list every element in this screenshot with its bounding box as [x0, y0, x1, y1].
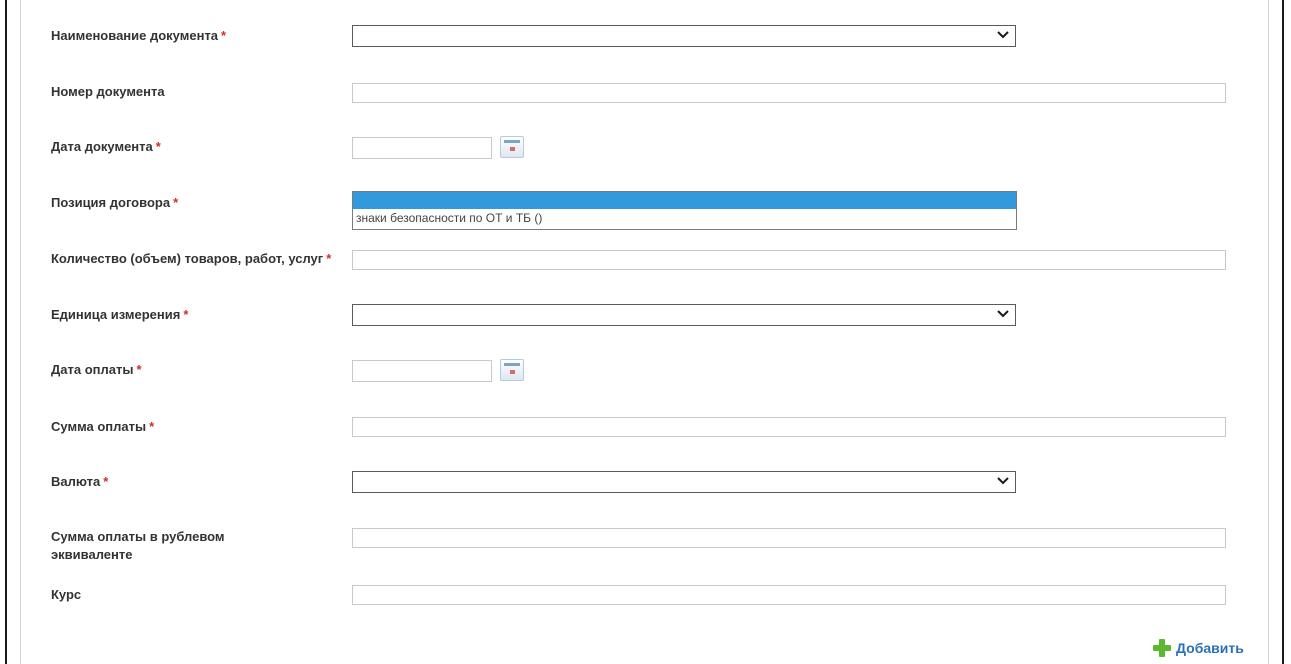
add-button-label: Добавить [1176, 640, 1244, 656]
currency-select[interactable] [352, 471, 1016, 493]
calendar-icon[interactable] [500, 136, 524, 158]
required-marker: * [149, 419, 155, 434]
chevron-down-icon [995, 27, 1011, 45]
doc-date-input[interactable] [352, 137, 492, 159]
listbox-option[interactable]: знаки безопасности по ОТ и ТБ () [353, 209, 1016, 227]
quantity-input[interactable] [352, 250, 1226, 270]
panel-border-right [1268, 0, 1269, 664]
plus-icon [1153, 639, 1171, 657]
calendar-icon[interactable] [500, 359, 524, 381]
amount-rub-label: Сумма оплаты в рублевом эквиваленте [51, 529, 225, 562]
required-marker: * [183, 307, 189, 322]
required-marker: * [326, 251, 332, 266]
contract-position-listbox[interactable]: знаки безопасности по ОТ и ТБ () [352, 191, 1017, 230]
chevron-down-icon [995, 306, 1011, 324]
chevron-down-icon [995, 473, 1011, 491]
panel-border-left [20, 0, 21, 664]
doc-number-label: Номер документа [51, 84, 165, 99]
unit-select[interactable] [352, 304, 1016, 326]
currency-label: Валюта * [51, 474, 109, 489]
contract-position-label: Позиция договора * [51, 195, 179, 210]
payment-date-input[interactable] [352, 360, 492, 382]
payment-amount-input[interactable] [352, 417, 1226, 437]
doc-number-input[interactable] [352, 83, 1226, 103]
quantity-label: Количество (объем) товаров, работ, услуг… [51, 251, 332, 266]
required-marker: * [155, 139, 161, 154]
window-border-right [1282, 0, 1284, 664]
required-marker: * [221, 28, 227, 43]
doc-name-label: Наименование документа * [51, 28, 227, 43]
doc-name-select[interactable] [352, 25, 1016, 47]
add-button[interactable]: Добавить [1153, 638, 1244, 658]
required-marker: * [136, 362, 142, 377]
unit-label: Единица измерения * [51, 307, 189, 322]
required-marker: * [103, 474, 109, 489]
amount-rub-input[interactable] [352, 528, 1226, 548]
required-marker: * [173, 195, 179, 210]
doc-date-label: Дата документа * [51, 139, 161, 154]
rate-input[interactable] [352, 585, 1226, 605]
payment-date-label: Дата оплаты * [51, 362, 142, 377]
rate-label: Курс [51, 587, 82, 602]
payment-amount-label: Сумма оплаты * [51, 419, 155, 434]
listbox-option-selected[interactable] [353, 192, 1016, 209]
window-border-left [5, 0, 7, 664]
